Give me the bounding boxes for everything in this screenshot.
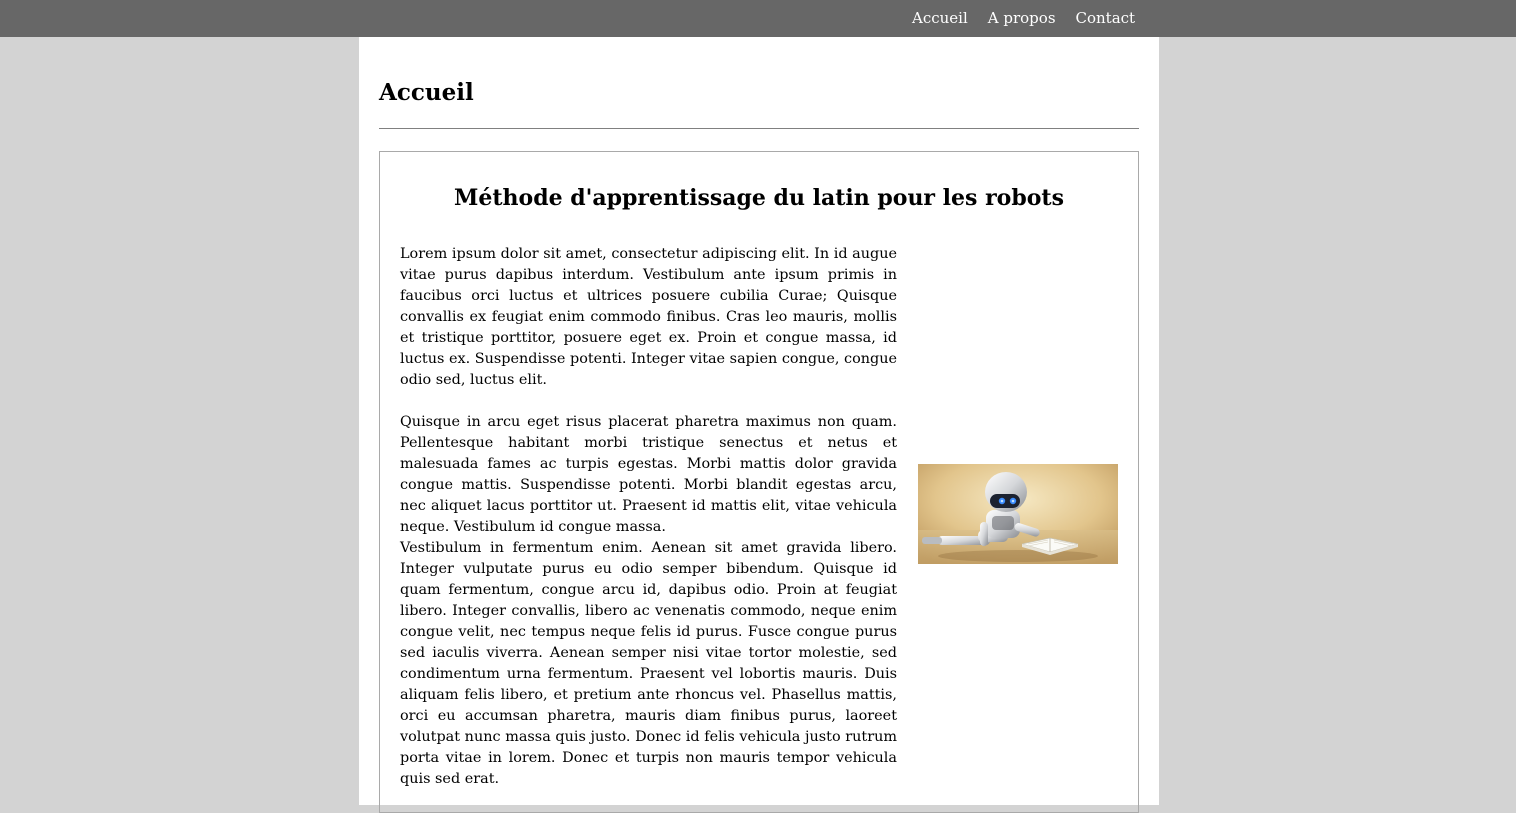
article-title: Méthode d'apprentissage du latin pour le…: [454, 185, 1064, 211]
article-card: Méthode d'apprentissage du latin pour le…: [379, 151, 1139, 813]
top-navigation-bar: Accueil A propos Contact: [0, 0, 1516, 37]
article-text: Lorem ipsum dolor sit amet, consectetur …: [400, 244, 897, 790]
nav-link-a-propos[interactable]: A propos: [988, 11, 1056, 26]
page-content: Accueil Méthode d'apprentissage du latin…: [359, 37, 1159, 813]
article-paragraph: Quisque in arcu eget risus placerat phar…: [400, 414, 897, 535]
article-paragraph: Lorem ipsum dolor sit amet, consectetur …: [400, 246, 897, 388]
robot-reading-book-icon: [918, 464, 1118, 564]
nav-link-contact[interactable]: Contact: [1076, 11, 1136, 26]
nav-link-accueil[interactable]: Accueil: [912, 11, 968, 26]
title-divider: [379, 128, 1139, 129]
article-paragraph: Vestibulum in fermentum enim. Aenean sit…: [400, 540, 897, 787]
main-nav: Accueil A propos Contact: [912, 0, 1135, 37]
robot-reading-image: [918, 464, 1118, 564]
page-title: Accueil: [379, 79, 474, 106]
